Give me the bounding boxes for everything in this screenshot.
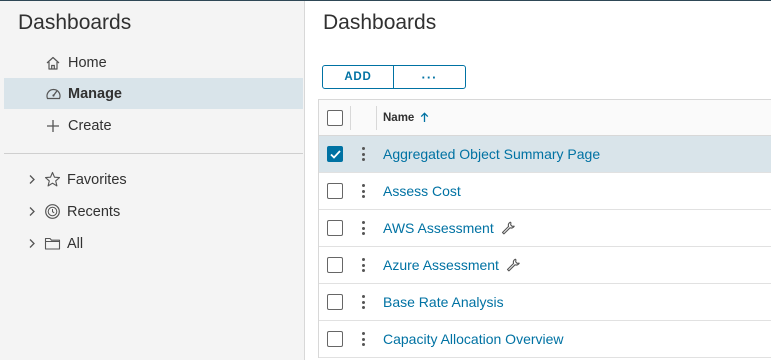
- chevron-right-icon[interactable]: [25, 174, 39, 185]
- table-row[interactable]: AWS Assessment: [319, 210, 771, 247]
- row-actions-kebab-icon[interactable]: [358, 182, 368, 200]
- nav-item-manage[interactable]: Manage: [4, 78, 303, 109]
- sidebar-divider: [4, 153, 303, 154]
- main-content: Dashboards ADD ··· Name Aggregated Objec…: [306, 1, 771, 360]
- folder-icon: [43, 235, 61, 253]
- row-checkbox[interactable]: [327, 294, 343, 310]
- row-actions-kebab-icon[interactable]: [358, 219, 368, 237]
- dashboard-name-link[interactable]: Base Rate Analysis: [383, 294, 504, 310]
- star-icon: [43, 171, 61, 189]
- add-button[interactable]: ADD: [323, 66, 394, 88]
- dashboard-name-link[interactable]: Capacity Allocation Overview: [383, 331, 564, 347]
- row-actions-kebab-icon[interactable]: [358, 330, 368, 348]
- column-separator: [350, 106, 351, 130]
- more-actions-button[interactable]: ···: [394, 66, 465, 88]
- tree-item-all[interactable]: All: [4, 228, 303, 259]
- dashboard-name: Azure Assessment: [383, 257, 499, 273]
- table-row[interactable]: Aggregated Object Summary Page: [319, 136, 771, 173]
- home-icon: [42, 54, 64, 72]
- tree-item-recents[interactable]: Recents: [4, 196, 303, 227]
- row-actions-kebab-icon[interactable]: [358, 145, 368, 163]
- row-actions-kebab-icon[interactable]: [358, 293, 368, 311]
- page-title: Dashboards: [323, 11, 437, 34]
- wrench-icon: [501, 221, 515, 235]
- tree-item-label: Recents: [67, 203, 121, 220]
- wrench-icon: [506, 258, 520, 272]
- dashboard-name-link[interactable]: AWS Assessment: [383, 220, 516, 236]
- dashboard-name: Assess Cost: [383, 183, 461, 199]
- table-row[interactable]: Base Rate Analysis: [319, 284, 771, 321]
- column-header-name[interactable]: Name: [383, 112, 429, 124]
- chevron-right-icon[interactable]: [25, 206, 39, 217]
- dashboard-name: Aggregated Object Summary Page: [383, 146, 601, 162]
- row-checkbox[interactable]: [327, 146, 343, 162]
- nav-item-create[interactable]: Create: [4, 110, 303, 141]
- table-row[interactable]: Capacity Allocation Overview: [319, 321, 771, 358]
- sort-ascending-icon: [421, 112, 429, 122]
- grid-header: Name: [319, 100, 771, 136]
- table-row[interactable]: Assess Cost: [319, 173, 771, 210]
- nav-item-home[interactable]: Home: [4, 47, 303, 78]
- nav-item-label: Manage: [68, 85, 122, 102]
- dashboard-name: Base Rate Analysis: [383, 294, 504, 310]
- table-row[interactable]: Azure Assessment: [319, 247, 771, 284]
- row-checkbox[interactable]: [327, 183, 343, 199]
- nav-item-label: Home: [68, 54, 107, 71]
- dashboard-name-link[interactable]: Aggregated Object Summary Page: [383, 146, 600, 162]
- select-all-checkbox[interactable]: [327, 109, 343, 126]
- sidebar: Dashboards Home Manage Create Favorites: [0, 1, 305, 360]
- dashboard-name: Capacity Allocation Overview: [383, 331, 564, 347]
- tree-item-label: Favorites: [67, 171, 127, 188]
- toolbar-button-group: ADD ···: [322, 65, 466, 89]
- nav-item-label: Create: [68, 117, 112, 134]
- chevron-right-icon[interactable]: [25, 238, 39, 249]
- speedometer-icon: [42, 85, 64, 103]
- tree-item-favorites[interactable]: Favorites: [4, 164, 303, 195]
- plus-icon: [42, 117, 64, 135]
- row-checkbox[interactable]: [327, 220, 343, 236]
- column-separator: [376, 106, 377, 130]
- clock-icon: [43, 203, 61, 221]
- checkmark-icon: [329, 149, 341, 159]
- sidebar-title: Dashboards: [18, 11, 132, 34]
- tree-item-label: All: [67, 235, 84, 252]
- row-actions-kebab-icon[interactable]: [358, 256, 368, 274]
- row-checkbox[interactable]: [327, 257, 343, 273]
- dashboard-name-link[interactable]: Azure Assessment: [383, 257, 521, 273]
- column-header-label: Name: [383, 111, 415, 124]
- dashboards-grid: Name Aggregated Object Summary Page Asse…: [318, 99, 771, 358]
- dashboard-name-link[interactable]: Assess Cost: [383, 183, 461, 199]
- dashboard-name: AWS Assessment: [383, 220, 494, 236]
- row-checkbox[interactable]: [327, 331, 343, 347]
